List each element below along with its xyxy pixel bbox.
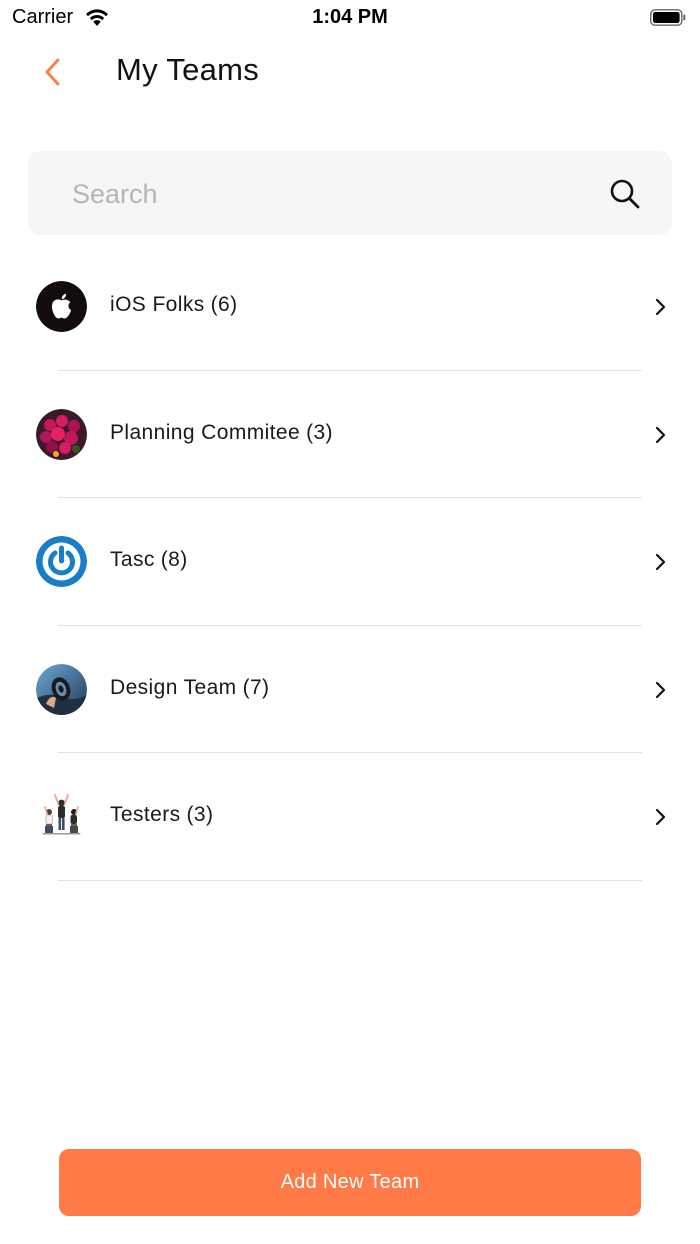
battery-icon	[650, 9, 686, 26]
chevron-left-icon	[45, 58, 60, 86]
team-name: iOS Folks (6)	[110, 293, 238, 316]
power-logo-icon	[36, 536, 87, 588]
team-avatar	[36, 663, 87, 715]
team-name: Planning Commitee (3)	[110, 420, 333, 444]
row-divider	[58, 879, 642, 881]
team-row-design-team[interactable]: Design Team (7)	[0, 626, 700, 754]
search-icon[interactable]	[608, 177, 642, 211]
team-name: Tasc (8)	[110, 548, 188, 572]
status-bar: Carrier 1:04 PM	[0, 0, 700, 36]
add-new-team-button[interactable]: Add New Team	[59, 1149, 641, 1216]
team-name: Testers (3)	[110, 803, 214, 827]
chevron-right-icon	[655, 554, 666, 571]
team-name: Design Team (7)	[110, 675, 270, 699]
team-row-ios-folks[interactable]: iOS Folks (6)	[0, 243, 700, 371]
team-row-planning-commitee[interactable]: Planning Commitee (3)	[0, 371, 700, 499]
flowers-photo-icon	[36, 408, 87, 460]
team-list: iOS Folks (6) Planning Commitee (3) Tasc…	[0, 243, 700, 881]
chevron-right-icon	[655, 298, 666, 316]
chevron-right-icon	[655, 681, 666, 698]
team-member-count: (3)	[306, 420, 333, 444]
search-input[interactable]	[70, 169, 594, 219]
camera-lens-photo-icon	[36, 663, 87, 715]
team-avatar	[36, 791, 87, 843]
team-member-count: (3)	[186, 803, 214, 827]
team-avatar	[36, 281, 87, 332]
search-bar	[28, 151, 672, 235]
team-row-tasc[interactable]: Tasc (8)	[0, 498, 700, 626]
status-time: 1:04 PM	[312, 6, 388, 28]
page-title: My Teams	[116, 52, 260, 87]
team-member-count: (6)	[210, 293, 238, 316]
team-row-testers[interactable]: Testers (3)	[0, 753, 700, 881]
chevron-right-icon	[655, 809, 666, 826]
team-member-count: (7)	[242, 675, 270, 699]
team-avatar	[36, 536, 87, 588]
back-button[interactable]	[38, 54, 70, 90]
group-celebrating-illustration-icon	[36, 791, 87, 843]
team-member-count: (8)	[160, 548, 188, 572]
chevron-right-icon	[655, 426, 666, 443]
apple-logo-icon	[36, 281, 87, 332]
team-avatar	[36, 408, 87, 460]
